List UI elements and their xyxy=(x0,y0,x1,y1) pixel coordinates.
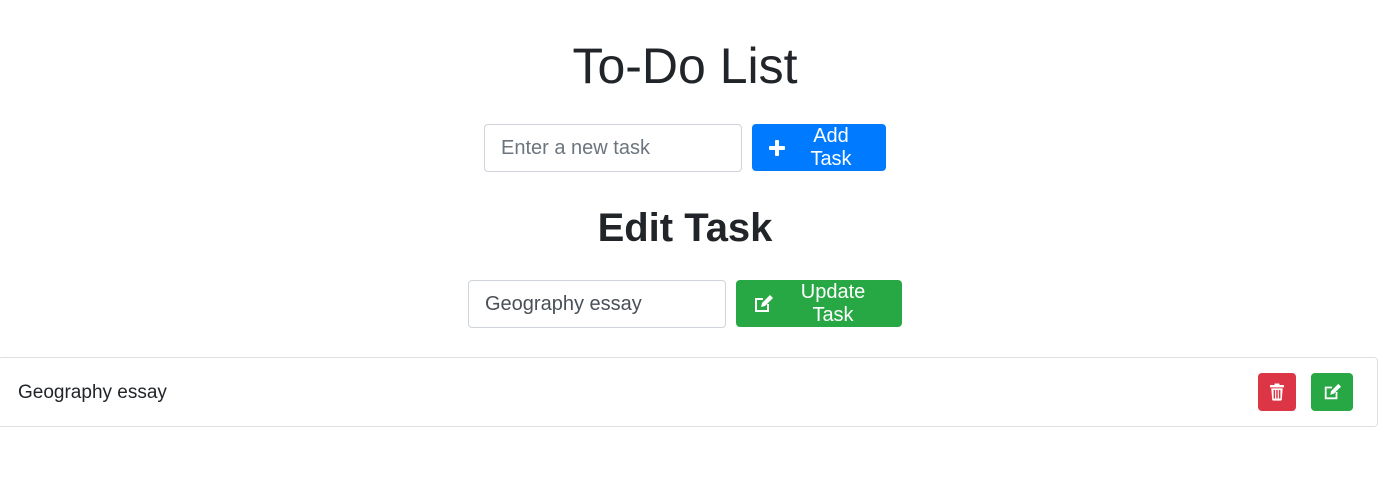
task-list-item: Geography essay xyxy=(0,357,1378,427)
update-task-button[interactable]: Update Task xyxy=(736,280,902,327)
new-task-input[interactable] xyxy=(484,124,742,172)
add-task-label: Add Task xyxy=(810,124,852,170)
edit-icon xyxy=(1324,383,1341,400)
todo-page: To-Do List Add Task Edit Task Update Tas… xyxy=(0,0,1399,477)
edit-icon xyxy=(755,294,773,312)
add-task-form: Add Task xyxy=(484,124,886,172)
trash-icon xyxy=(1270,383,1284,401)
page-title: To-Do List xyxy=(572,38,798,94)
task-text: Geography essay xyxy=(18,382,167,403)
edit-task-form: Update Task xyxy=(468,280,902,328)
edit-task-button[interactable] xyxy=(1311,373,1353,411)
edit-task-heading: Edit Task xyxy=(597,206,773,250)
delete-task-button[interactable] xyxy=(1258,373,1296,411)
add-task-button[interactable]: Add Task xyxy=(752,124,886,171)
plus-icon xyxy=(769,139,785,156)
update-task-label: Update Task xyxy=(800,280,866,326)
edit-task-input[interactable] xyxy=(468,280,726,328)
